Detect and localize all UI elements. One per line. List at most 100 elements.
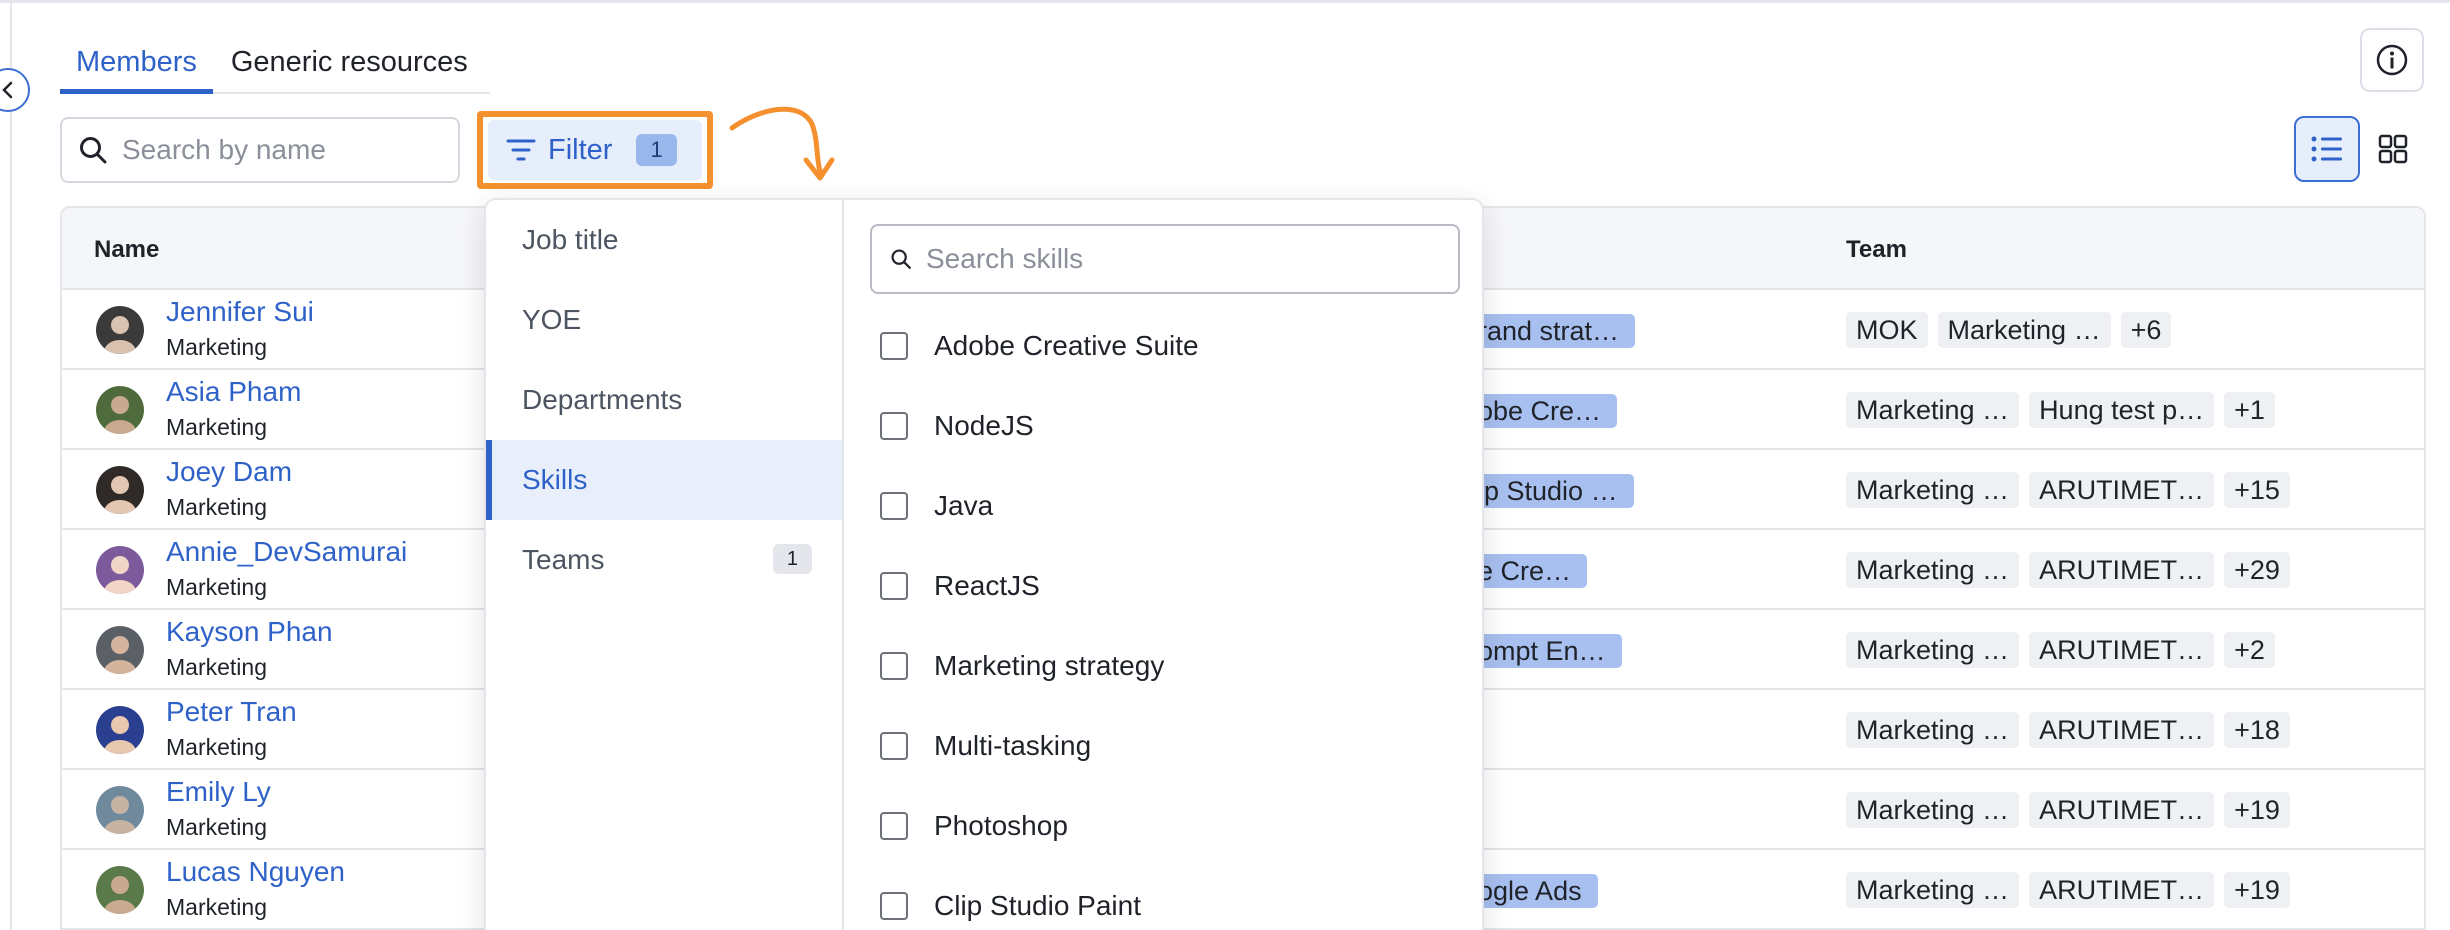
avatar [96,546,144,594]
skill-option-label: Adobe Creative Suite [934,330,1199,361]
skill-option-label: Photoshop [934,810,1068,841]
member-name[interactable]: Lucas Nguyen [166,856,345,888]
member-name[interactable]: Jennifer Sui [166,296,314,328]
member-name[interactable]: Emily Ly [166,776,271,808]
filter-dropdown: Job title YOE Departments Skills Teams 1 Adob… [484,198,1484,930]
skill-option-label: Marketing strategy [934,650,1165,681]
filter-count-badge: 1 [636,134,677,166]
checkbox[interactable] [880,732,908,760]
member-name[interactable]: Kayson Phan [166,616,333,648]
skill-option[interactable]: Photoshop [880,804,1068,848]
collapse-sidebar-button[interactable] [0,68,30,112]
team-chip: Marketing … [1846,872,2020,908]
team-chips: Marketing … ARUTIMET… +2 [1846,632,2275,668]
member-department: Marketing [166,814,267,840]
list-view-button[interactable] [2294,116,2360,182]
tab-generic-resources[interactable]: Generic resources [215,36,484,94]
filter-category-job-title[interactable]: Job title [486,200,842,280]
checkbox[interactable] [880,492,908,520]
skill-tag: ogle Ads [1474,874,1598,908]
skill-option[interactable]: ReactJS [880,564,1040,608]
skill-tag: obe Cre… [1474,394,1618,428]
left-rail [10,0,12,930]
team-chip: Marketing … [1937,312,2111,348]
team-chip: Marketing … [1846,472,2020,508]
member-department: Marketing [166,734,267,760]
skill-option-label: Multi-tasking [934,730,1092,761]
team-chips: Marketing … Hung test p… +1 [1846,392,2275,428]
avatar [96,866,144,914]
member-search[interactable] [60,117,460,183]
search-icon [80,137,107,164]
filter-category-label: Job title [522,224,619,255]
filter-categories: Job title YOE Departments Skills Teams 1 [486,200,844,930]
filter-category-teams[interactable]: Teams 1 [486,520,842,600]
checkbox[interactable] [880,412,908,440]
skill-tag: e Cre… [1474,554,1588,588]
filter-category-yoe[interactable]: YOE [486,280,842,360]
filter-category-label: Skills [522,464,588,495]
team-chips: Marketing … ARUTIMET… +19 [1846,792,2290,828]
filter-button[interactable]: Filter 1 [488,120,702,180]
team-chip: +19 [2224,872,2290,908]
skill-option[interactable]: Clip Studio Paint [880,884,1141,928]
member-department: Marketing [166,654,267,680]
skill-option[interactable]: Java [880,484,993,528]
member-department: Marketing [166,414,267,440]
member-department: Marketing [166,334,267,360]
column-header-team: Team [1846,236,1907,263]
search-input[interactable] [122,134,442,166]
skill-option-label: ReactJS [934,570,1040,601]
team-chip: +2 [2224,632,2275,668]
team-chip: Marketing … [1846,392,2020,428]
member-name[interactable]: Joey Dam [166,456,292,488]
filter-category-departments[interactable]: Departments [486,360,842,440]
annotation-arrow-icon [729,106,835,181]
checkbox[interactable] [880,812,908,840]
member-name[interactable]: Annie_DevSamurai [166,536,407,568]
skill-option[interactable]: Adobe Creative Suite [880,324,1199,368]
checkbox[interactable] [880,652,908,680]
filter-category-skills[interactable]: Skills [486,440,842,520]
filter-category-label: Departments [522,384,683,415]
filter-category-count: 1 [772,544,812,574]
skills-search-input[interactable] [926,243,1446,275]
member-name[interactable]: Peter Tran [166,696,297,728]
avatar [96,626,144,674]
chevron-left-icon [2,81,13,99]
grid-view-button[interactable] [2360,116,2426,182]
checkbox[interactable] [880,892,908,920]
skill-option[interactable]: Marketing strategy [880,644,1164,688]
team-chip: +18 [2224,712,2290,748]
team-chip: +29 [2224,552,2290,588]
info-button[interactable] [2360,28,2424,92]
member-name[interactable]: Asia Pham [166,376,301,408]
skill-option[interactable]: NodeJS [880,404,1034,448]
team-chips: MOK Marketing … +6 [1846,312,2172,348]
checkbox[interactable] [880,332,908,360]
team-chip: ARUTIMET… [2029,872,2215,908]
skills-search[interactable] [870,224,1460,294]
skill-option[interactable]: Multi-tasking [880,724,1091,768]
team-chip: ARUTIMET… [2029,792,2215,828]
list-icon [2311,136,2342,162]
team-chips: Marketing … ARUTIMET… +19 [1846,872,2290,908]
tab-members[interactable]: Members [60,36,213,94]
team-chip: Marketing … [1846,552,2020,588]
filter-category-label: YOE [522,304,582,335]
member-department: Marketing [166,894,267,920]
team-chip: ARUTIMET… [2029,712,2215,748]
skill-option-label: Clip Studio Paint [934,890,1142,921]
team-chip: +1 [2224,392,2275,428]
member-department: Marketing [166,574,267,600]
avatar [96,786,144,834]
team-chip: ARUTIMET… [2029,632,2215,668]
team-chips: Marketing … ARUTIMET… +15 [1846,472,2290,508]
team-chip: Marketing … [1846,712,2020,748]
view-toggle [2294,116,2426,182]
team-chip: Hung test p… [2029,392,2215,428]
grid-icon [2378,134,2408,164]
checkbox[interactable] [880,572,908,600]
team-chip: +19 [2224,792,2290,828]
top-divider [0,0,2450,3]
